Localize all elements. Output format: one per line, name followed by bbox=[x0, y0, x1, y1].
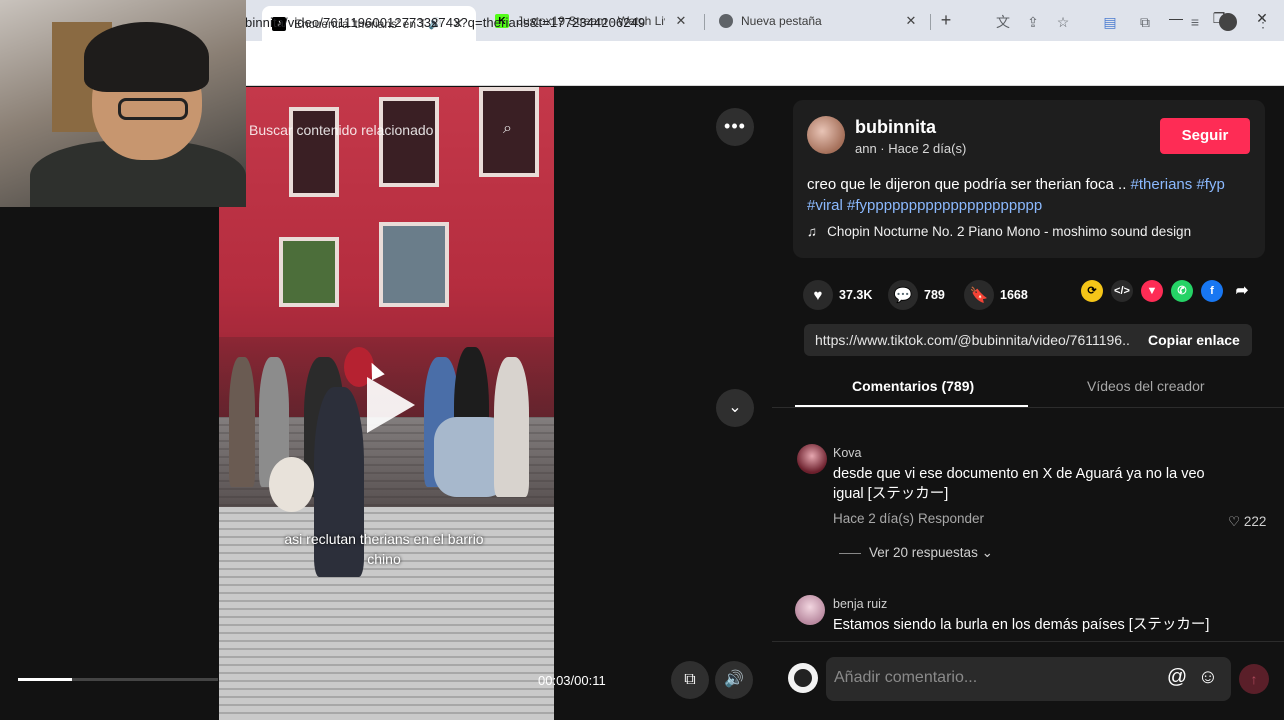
omnibox[interactable] bbox=[230, 47, 1090, 79]
new-tab-icon[interactable]: + bbox=[936, 10, 956, 31]
chevron-down-icon: ⌄ bbox=[981, 545, 993, 560]
follow-button[interactable]: Seguir bbox=[1160, 118, 1250, 154]
related-search-text[interactable]: Buscar contenido relacionado bbox=[249, 122, 433, 138]
video-person bbox=[229, 357, 255, 487]
send-comment-icon[interactable]: ↑ bbox=[1239, 664, 1269, 694]
bookmark-icon[interactable]: 🔖 bbox=[964, 280, 994, 310]
media-control-icon[interactable]: ≡ bbox=[1186, 13, 1204, 31]
install-icon[interactable]: ⇪ bbox=[1024, 13, 1042, 31]
webcam-glasses bbox=[118, 98, 188, 120]
webcam-overlay bbox=[0, 0, 246, 207]
comment-likes[interactable]: ♡ 222 bbox=[1228, 514, 1266, 530]
save-count: 1668 bbox=[1000, 288, 1028, 302]
hashtag-link[interactable]: #fyppppppppppppppppppppp bbox=[847, 197, 1042, 214]
heart-outline-icon[interactable]: ♡ bbox=[1228, 514, 1240, 529]
extensions-icon[interactable]: ⧉ bbox=[1136, 13, 1154, 31]
tab-new[interactable]: Nueva pestaña ✕ bbox=[709, 6, 929, 36]
hashtag-link[interactable]: #viral bbox=[807, 197, 843, 214]
like-action[interactable]: ♥ 37.3K bbox=[803, 280, 872, 310]
hashtag-link[interactable]: #fyp bbox=[1196, 176, 1224, 193]
emoji-icon[interactable]: ☺ bbox=[1196, 666, 1220, 689]
view-replies-label: Ver 20 respuestas bbox=[869, 545, 978, 560]
reply-button[interactable]: Responder bbox=[918, 511, 984, 526]
comment-text: igual [ステッカー] bbox=[833, 486, 949, 502]
video-person bbox=[494, 357, 529, 497]
next-video-chevron-icon[interactable]: ⌄ bbox=[716, 389, 754, 427]
comment-time: Hace 2 día(s) bbox=[833, 511, 915, 526]
video-window bbox=[379, 97, 439, 187]
save-action[interactable]: 🔖 1668 bbox=[964, 280, 1028, 310]
tab-comments[interactable]: Comentarios (789) bbox=[852, 378, 974, 394]
video-person bbox=[269, 457, 314, 512]
hashtag-link[interactable]: #therians bbox=[1131, 176, 1193, 193]
view-replies[interactable]: Ver 20 respuestas ⌄ bbox=[839, 545, 993, 561]
comment-author[interactable]: benja ruiz bbox=[833, 597, 887, 611]
description-text: creo que le dijeron que podría ser theri… bbox=[807, 176, 1131, 193]
like-count: 37.3K bbox=[839, 288, 873, 302]
volume-icon[interactable]: 🔊 bbox=[715, 661, 753, 699]
search-icon[interactable]: ⌕ bbox=[503, 120, 512, 138]
video-caption: asi reclutan therians en el barrio chino bbox=[284, 531, 484, 567]
replies-line bbox=[839, 552, 861, 554]
bookmark-star-icon[interactable]: ☆ bbox=[1054, 13, 1072, 31]
tab-divider bbox=[930, 14, 931, 30]
profile-avatar-icon[interactable] bbox=[1219, 13, 1237, 31]
current-user-avatar[interactable] bbox=[788, 663, 818, 693]
send-share-icon[interactable]: ▼ bbox=[1141, 280, 1163, 302]
tab-creator-videos[interactable]: Vídeos del creador bbox=[1087, 378, 1205, 394]
progress-fill[interactable] bbox=[18, 678, 72, 681]
comment-author[interactable]: Kova bbox=[833, 446, 862, 460]
url-text[interactable]: binnita/video/7611196001277332743?q=ther… bbox=[245, 15, 645, 30]
video-description: creo que le dijeron que podría ser theri… bbox=[807, 174, 1257, 216]
tab-title: Nueva pestaña bbox=[741, 14, 822, 28]
menu-kebab-icon[interactable]: ⋮ bbox=[1254, 13, 1272, 31]
translate-icon[interactable]: 文 bbox=[994, 13, 1012, 31]
comment-text: Estamos siendo la burla en los demás paí… bbox=[833, 617, 1210, 633]
author-avatar[interactable] bbox=[807, 116, 845, 154]
close-tab-icon[interactable]: ✕ bbox=[903, 13, 919, 29]
comment-action[interactable]: 💬 789 bbox=[888, 280, 945, 310]
heart-icon[interactable]: ♥ bbox=[803, 280, 833, 310]
video-window bbox=[279, 237, 339, 307]
video-time: 00:03/00:11 bbox=[538, 673, 606, 688]
share-link-url[interactable]: https://www.tiktok.com/@bubinnita/video/… bbox=[815, 332, 1130, 348]
video-player[interactable]: Buscar contenido relacionado ⌕ asi reclu… bbox=[219, 87, 554, 720]
copy-link-button[interactable]: Copiar enlace bbox=[1148, 332, 1240, 348]
avatar[interactable] bbox=[797, 444, 827, 474]
avatar[interactable] bbox=[795, 595, 825, 625]
comment-text: desde que vi ese documento en X de Aguar… bbox=[833, 466, 1205, 482]
webcam-person-hair bbox=[84, 22, 209, 92]
music-title: Chopin Nocturne No. 2 Piano Mono - moshi… bbox=[827, 224, 1192, 239]
document-icon[interactable]: ▤ bbox=[1101, 13, 1119, 31]
facebook-icon[interactable]: f bbox=[1201, 280, 1223, 302]
minimize-icon[interactable]: — bbox=[1166, 10, 1186, 26]
comment-like-count: 222 bbox=[1243, 514, 1267, 529]
author-subtitle: ann · Hace 2 día(s) bbox=[855, 141, 967, 156]
chrome-icon bbox=[719, 14, 733, 28]
embed-icon[interactable]: </> bbox=[1111, 280, 1133, 302]
comment-input-placeholder[interactable]: Añadir comentario... bbox=[834, 669, 977, 687]
video-window bbox=[289, 107, 339, 197]
mention-icon[interactable]: @ bbox=[1165, 666, 1189, 689]
screen: ♪ Encuentra 'therians' en TikT 🔊 ✕ K Jus… bbox=[0, 0, 1284, 720]
music-track[interactable]: ♫ Chopin Nocturne No. 2 Piano Mono - mosh… bbox=[807, 224, 1191, 239]
more-options-icon[interactable]: ••• bbox=[716, 108, 754, 146]
whatsapp-icon[interactable]: ✆ bbox=[1171, 280, 1193, 302]
tab-divider bbox=[704, 14, 705, 30]
tabs-divider bbox=[772, 407, 1284, 408]
active-tab-indicator bbox=[795, 405, 1028, 407]
music-note-icon: ♫ bbox=[807, 224, 818, 239]
floating-player-icon[interactable]: ⧉ bbox=[671, 661, 709, 699]
repost-share-icon[interactable]: ⟳ bbox=[1081, 280, 1103, 302]
close-tab-icon[interactable]: ✕ bbox=[673, 13, 689, 29]
comment-count: 789 bbox=[924, 288, 945, 302]
video-window bbox=[379, 222, 449, 307]
comment-icon[interactable]: 💬 bbox=[888, 280, 918, 310]
play-icon[interactable] bbox=[367, 377, 415, 433]
author-username[interactable]: bubinnita bbox=[855, 117, 936, 138]
share-arrow-icon[interactable]: ➦ bbox=[1231, 280, 1253, 302]
